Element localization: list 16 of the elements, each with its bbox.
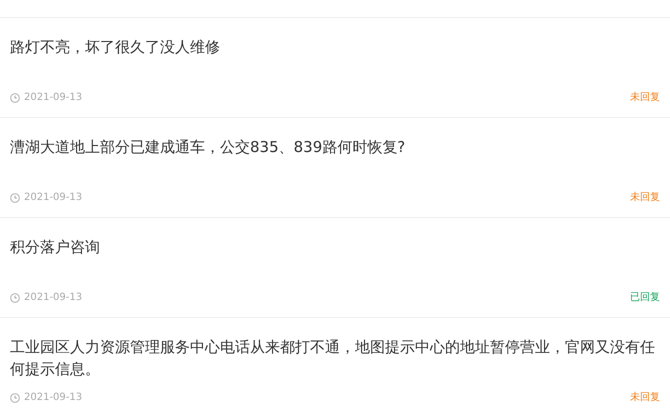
reply-status: 未回复 <box>630 91 660 105</box>
question-date: 2021-09-13 <box>24 191 82 205</box>
reply-status: 已回复 <box>630 291 660 305</box>
question-date: 2021-09-13 <box>24 91 82 105</box>
question-title[interactable]: 工业园区人力资源管理服务中心电话从来都打不通，地图提示中心的地址暂停营业，官网又没有任何提示信息。 <box>10 336 660 388</box>
clock-icon <box>10 293 20 303</box>
clock-icon <box>10 193 20 203</box>
clock-icon <box>10 93 20 103</box>
reply-status: 未回复 <box>630 391 660 405</box>
question-date: 2021-09-13 <box>24 391 82 405</box>
question-date: 2021-09-13 <box>24 291 82 305</box>
reply-status: 未回复 <box>630 191 660 205</box>
question-title[interactable]: 积分落户咨询 <box>10 236 660 288</box>
clock-icon <box>10 393 20 403</box>
question-title[interactable]: 路灯不亮，坏了很久了没人维修 <box>10 36 660 88</box>
question-title[interactable]: 漕湖大道地上部分已建成通车，公交835、839路何时恢复? <box>10 136 660 188</box>
